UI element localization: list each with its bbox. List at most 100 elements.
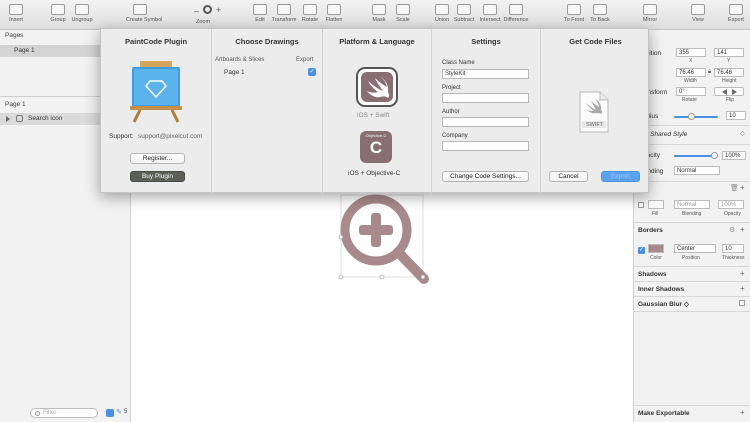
toolbar-label: To Back — [590, 17, 610, 23]
platform-title: Platform & Language — [339, 37, 415, 46]
register-button[interactable]: Register... — [130, 153, 185, 164]
toolbar-ungroup-button[interactable]: Ungroup — [68, 4, 96, 23]
zoom-out-icon[interactable]: – — [194, 6, 199, 16]
transform-icon — [277, 4, 291, 15]
borders-settings-icon[interactable]: ⚙︎ — [729, 226, 735, 234]
layer-label: Search icon — [28, 115, 63, 122]
class-name-input[interactable]: StyleKit — [442, 69, 529, 79]
union-icon — [435, 4, 449, 15]
search-icon-artwork[interactable] — [331, 190, 441, 300]
filter-input[interactable]: Filter — [30, 408, 98, 418]
gaussian-blur-header[interactable]: Gaussian Blur ◇ — [638, 300, 689, 308]
mirror-icon — [643, 4, 657, 15]
border-position-select[interactable]: Center — [674, 244, 716, 253]
shape-layer-icon — [16, 115, 23, 122]
divider — [634, 125, 750, 126]
y-label: Y — [727, 58, 731, 64]
zoom-control[interactable]: – + Zoom — [194, 4, 224, 26]
fill-opacity-field[interactable]: 100% — [718, 200, 744, 209]
to-front-icon — [567, 4, 581, 15]
toolbar-intersect-button[interactable]: Intersect — [476, 4, 504, 23]
author-input[interactable] — [442, 117, 529, 127]
x-field[interactable]: 355 — [676, 48, 706, 57]
export-icon — [729, 4, 743, 15]
export-checkbox[interactable]: ✓ — [308, 68, 316, 76]
objc-platform-option[interactable]: Objective-C C — [360, 131, 392, 163]
change-code-settings-button[interactable]: Change Code Settings... — [442, 171, 529, 182]
shared-style-chevron-icon[interactable]: ◇ — [740, 130, 745, 137]
export-button[interactable]: Export — [601, 171, 640, 182]
zoom-label: Zoom — [196, 19, 211, 25]
zoom-in-icon[interactable]: + — [216, 5, 221, 15]
toolbar-export-button[interactable]: Export — [722, 4, 750, 23]
group-icon — [51, 4, 65, 15]
flip-vertical-icon[interactable] — [732, 89, 737, 95]
border-color-well[interactable] — [648, 244, 664, 253]
radius-field[interactable]: 10 — [726, 111, 746, 120]
toolbar-label: Transform — [271, 17, 297, 23]
toolbar-flatten-button[interactable]: Flatten — [320, 4, 348, 23]
width-label: Width — [684, 78, 697, 84]
fills-trash-icon[interactable]: 🗑︎ — [730, 184, 739, 192]
fills-add-icon[interactable]: + — [740, 183, 745, 192]
drawings-title: Choose Drawings — [235, 37, 299, 46]
company-input[interactable] — [442, 141, 529, 151]
inner-shadows-add-icon[interactable]: + — [740, 284, 745, 293]
blending-select[interactable]: Normal — [674, 166, 720, 175]
width-field[interactable]: 76.46 — [676, 68, 706, 77]
swift-platform-option[interactable] — [356, 67, 398, 107]
toolbar-subtract-button[interactable]: Subtract — [450, 4, 478, 23]
inner-shadows-header: Inner Shadows — [638, 286, 685, 293]
toolbar-to-back-button[interactable]: To Back — [586, 4, 614, 23]
toolbar-label: Insert — [9, 17, 23, 23]
radius-slider[interactable] — [674, 113, 718, 120]
toolbar-insert-button[interactable]: Insert — [2, 4, 30, 23]
toolbar-transform-button[interactable]: Transform — [270, 4, 298, 23]
layer-badge-icon[interactable] — [106, 409, 114, 417]
flip-buttons[interactable] — [714, 87, 744, 96]
opacity-slider[interactable] — [674, 152, 718, 159]
buy-plugin-button[interactable]: Buy Plugin — [130, 171, 185, 182]
export-add-icon[interactable]: + — [740, 408, 745, 417]
project-input[interactable] — [442, 93, 529, 103]
toolbar-mirror-button[interactable]: Mirror — [636, 4, 664, 23]
border-thickness-field[interactable]: 10 — [722, 244, 744, 253]
toolbar-view-button[interactable]: View — [684, 4, 712, 23]
toolbar-label: To Front — [563, 17, 585, 23]
flip-horizontal-icon[interactable] — [722, 89, 727, 95]
toolbar-to-front-button[interactable]: To Front — [560, 4, 588, 23]
support-label: Support: — [109, 133, 134, 140]
make-exportable-header: Make Exportable — [638, 410, 690, 417]
toolbar-scale-button[interactable]: Scale — [389, 4, 417, 23]
opacity-slider-knob[interactable] — [711, 152, 718, 159]
export-column-header: Export — [296, 57, 314, 63]
toolbar-label: Ungroup — [71, 17, 93, 23]
border-checkbox[interactable]: ✓ — [638, 247, 645, 254]
support-email-link[interactable]: support@pixelcut.com — [138, 133, 202, 140]
height-field[interactable]: 76.46 — [714, 68, 744, 77]
opacity-field[interactable]: 100% — [722, 151, 746, 160]
difference-icon — [509, 4, 523, 15]
magnifier-icon — [203, 5, 212, 14]
borders-add-icon[interactable]: + — [740, 225, 745, 234]
edit-pencil-icon[interactable]: ✎ — [116, 408, 122, 416]
subtract-icon — [457, 4, 471, 15]
fill-checkbox[interactable] — [638, 202, 644, 208]
disclosure-arrow-icon[interactable] — [6, 116, 10, 122]
gaussian-blur-checkbox[interactable] — [739, 300, 745, 306]
filter-search-icon — [35, 411, 40, 416]
cancel-button[interactable]: Cancel — [549, 171, 588, 182]
intersect-icon — [483, 4, 497, 15]
toolbar-create-symbol-button[interactable]: Create Symbol — [126, 4, 162, 23]
radius-slider-knob[interactable] — [688, 113, 695, 120]
ungroup-icon — [75, 4, 89, 15]
height-label: Height — [722, 78, 737, 84]
shadows-add-icon[interactable]: + — [740, 269, 745, 278]
swift-file-label: SWIFT — [586, 122, 604, 128]
fill-color-well[interactable] — [648, 200, 664, 209]
fill-blending-select[interactable]: Normal — [674, 200, 710, 209]
y-field[interactable]: 141 — [714, 48, 744, 57]
toolbar-difference-button[interactable]: Difference — [502, 4, 530, 23]
rotate-field[interactable]: 0° — [676, 87, 706, 96]
lock-ratio-icon[interactable]: 🔒︎ — [708, 69, 711, 76]
